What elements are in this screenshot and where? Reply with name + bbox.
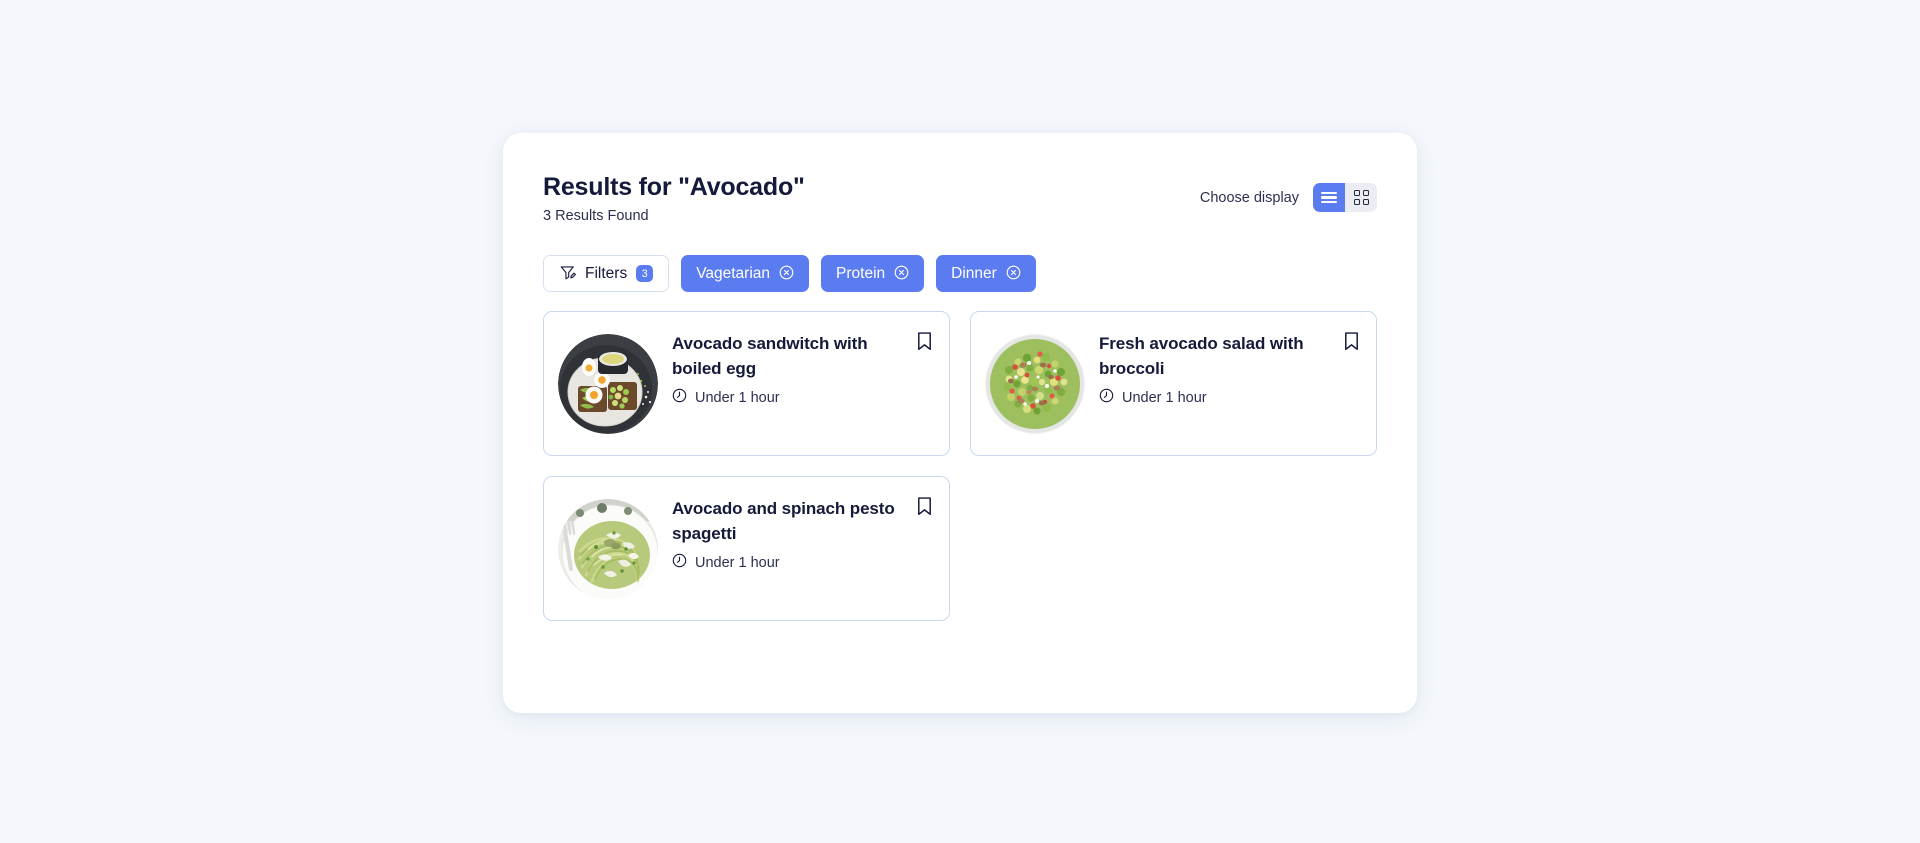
filter-chip-dinner[interactable]: Dinner — [936, 255, 1036, 292]
recipe-thumbnail — [558, 498, 658, 599]
filter-chip-protein[interactable]: Protein — [821, 255, 925, 292]
filter-row: Filters 3 Vagetarian Protein Dinner — [543, 255, 1036, 292]
results-panel: Results for "Avocado" 3 Results Found Ch… — [503, 133, 1417, 713]
filter-chip-vagetarian[interactable]: Vagetarian — [681, 255, 810, 292]
recipe-time: Under 1 hour — [1122, 390, 1207, 407]
recipe-thumbnail — [558, 333, 658, 434]
circle-close-icon[interactable] — [1006, 265, 1021, 283]
display-switcher: Choose display — [1200, 183, 1377, 212]
recipe-time: Under 1 hour — [695, 390, 780, 407]
bookmark-icon — [917, 331, 931, 350]
title-block: Results for "Avocado" 3 Results Found — [543, 173, 805, 224]
bookmark-icon — [917, 496, 931, 515]
filters-button-label: Filters — [585, 264, 628, 282]
filters-count-badge: 3 — [636, 265, 654, 282]
recipe-meta: Under 1 hour — [672, 553, 899, 573]
recipe-meta: Under 1 hour — [1099, 388, 1326, 408]
avocado-toast-image — [558, 333, 658, 434]
recipe-card[interactable]: Avocado sandwitch with boiled egg Under … — [543, 311, 950, 456]
clock-icon — [672, 553, 687, 573]
filter-chip-label: Vagetarian — [696, 264, 771, 282]
recipe-thumbnail — [985, 333, 1085, 434]
circle-close-icon[interactable] — [894, 265, 909, 283]
list-icon — [1321, 189, 1337, 206]
bookmark-icon — [1344, 331, 1358, 350]
list-view-button[interactable] — [1313, 183, 1345, 212]
recipe-title: Avocado sandwitch with boiled egg — [672, 334, 868, 378]
filter-edit-icon — [559, 264, 576, 284]
recipe-title: Fresh avocado salad with broccoli — [1099, 334, 1304, 378]
filter-chip-label: Protein — [836, 264, 886, 282]
recipe-time: Under 1 hour — [695, 555, 780, 572]
panel-header: Results for "Avocado" 3 Results Found Ch… — [543, 173, 1377, 233]
recipe-meta: Under 1 hour — [672, 388, 899, 408]
clock-icon — [1099, 388, 1114, 408]
clock-icon — [672, 388, 687, 408]
bookmark-button[interactable] — [915, 495, 933, 517]
recipe-title: Avocado and spinach pesto spagetti — [672, 499, 895, 543]
filters-button[interactable]: Filters 3 — [543, 255, 670, 292]
recipe-card[interactable]: Avocado and spinach pesto spagetti Under… — [543, 476, 950, 621]
page-title: Results for "Avocado" — [543, 173, 805, 201]
recipe-card[interactable]: Fresh avocado salad with broccoli Under … — [970, 311, 1377, 456]
bookmark-button[interactable] — [1342, 330, 1360, 352]
view-toggle-group — [1313, 183, 1377, 212]
bookmark-button[interactable] — [915, 330, 933, 352]
app-viewport: Results for "Avocado" 3 Results Found Ch… — [0, 0, 1920, 843]
results-list: Avocado sandwitch with boiled egg Under … — [543, 311, 1377, 621]
grid-view-button[interactable] — [1345, 183, 1377, 212]
pesto-spaghetti-image — [558, 498, 658, 599]
recipe-info: Fresh avocado salad with broccoli Under … — [1099, 326, 1360, 441]
recipe-info: Avocado and spinach pesto spagetti Under… — [672, 491, 933, 606]
avocado-salad-image — [985, 333, 1085, 434]
grid-icon — [1353, 190, 1369, 205]
circle-close-icon[interactable] — [779, 265, 794, 283]
filter-chip-label: Dinner — [951, 264, 997, 282]
recipe-info: Avocado sandwitch with boiled egg Under … — [672, 326, 933, 441]
choose-display-label: Choose display — [1199, 189, 1299, 206]
results-count: 3 Results Found — [543, 208, 649, 224]
